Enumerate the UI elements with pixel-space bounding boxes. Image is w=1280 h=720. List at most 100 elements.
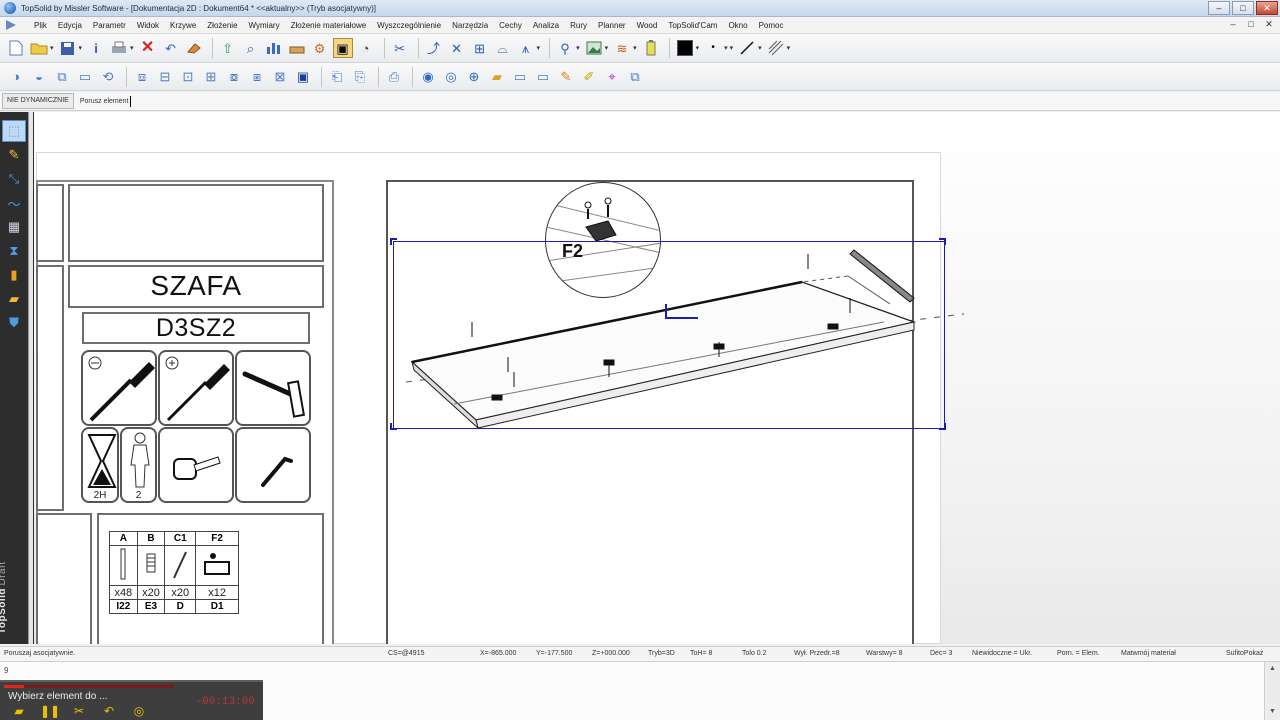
sheet-c-icon[interactable]: ⎙ — [384, 67, 404, 87]
grid-f-icon[interactable]: ⧆ — [247, 67, 267, 87]
menu-wyszczegolnienie[interactable]: Wyszczególnienie — [377, 21, 441, 30]
chart-bars-icon[interactable] — [264, 38, 284, 58]
select-tool-icon[interactable]: ⬚ — [2, 120, 26, 142]
folder-icon[interactable]: ▰ — [487, 67, 507, 87]
view-d-icon[interactable]: ▭ — [75, 67, 95, 87]
menu-cechy[interactable]: Cechy — [499, 21, 522, 30]
view-e-icon[interactable]: ⟲ — [98, 67, 118, 87]
folder-tool-icon[interactable]: ▰ — [2, 288, 26, 310]
grid-b-icon[interactable]: ⊟ — [155, 67, 175, 87]
point-style-icon[interactable]: • — [703, 38, 723, 58]
video-progress-bar[interactable] — [4, 685, 174, 688]
globe-b-icon[interactable]: ◎ — [441, 67, 461, 87]
delete-icon[interactable]: ✕ — [138, 38, 158, 58]
selection-handle-tr[interactable] — [939, 238, 946, 245]
chart-tool-icon[interactable]: ⧗ — [2, 240, 26, 262]
sheet-b-icon[interactable]: ⎘ — [350, 67, 370, 87]
close-button[interactable]: ✕ — [1256, 1, 1278, 15]
pencil-tool-icon[interactable]: ✎ — [2, 144, 26, 166]
menu-zlozenie[interactable]: Złożenie — [207, 21, 237, 30]
selection-box[interactable] — [393, 241, 945, 429]
battery-icon[interactable] — [641, 38, 661, 58]
status-dec[interactable]: Dec= 3 — [930, 650, 952, 657]
grid-e-icon[interactable]: ⧇ — [224, 67, 244, 87]
status-tolo[interactable]: Tolo 0.2 — [742, 650, 767, 657]
doc-restore-button[interactable]: □ — [1244, 18, 1258, 31]
info-icon[interactable]: i — [86, 38, 106, 58]
fit-view-icon[interactable]: ▣ — [332, 38, 353, 58]
menu-rury[interactable]: Rury — [570, 21, 587, 30]
rect-a-icon[interactable]: ▭ — [510, 67, 530, 87]
grid-d-icon[interactable]: ⊞ — [201, 67, 221, 87]
curve-tool-icon[interactable]: 〜 — [2, 192, 26, 214]
print-icon[interactable] — [109, 38, 129, 58]
menu-wood[interactable]: Wood — [637, 21, 658, 30]
globe-a-icon[interactable]: ◉ — [418, 67, 438, 87]
doc-close-button[interactable]: ✕ — [1262, 18, 1276, 31]
minimize-button[interactable]: – — [1208, 1, 1230, 15]
globe-c-icon[interactable]: ⊕ — [464, 67, 484, 87]
drawing-canvas[interactable]: SZAFA D3SZ2 2H 2 A B C1 F2 x48 x20 x20 x… — [34, 112, 1280, 644]
open-folder-icon[interactable] — [29, 38, 49, 58]
image-icon[interactable] — [584, 38, 604, 58]
pick-icon[interactable]: ⤴ — [424, 38, 444, 58]
layers-icon[interactable]: ≋ — [612, 38, 632, 58]
grid-a-icon[interactable]: ⧈ — [132, 67, 152, 87]
menu-parametr[interactable]: Parametr — [93, 21, 126, 30]
grid-g-icon[interactable]: ⊠ — [270, 67, 290, 87]
menu-narzedzia[interactable]: Narzędzia — [452, 21, 488, 30]
status-warstwy[interactable]: Warstwy= 8 — [866, 650, 903, 657]
selection-handle-br[interactable] — [939, 423, 946, 430]
menu-pomoc[interactable]: Pomoc — [759, 21, 784, 30]
menu-zlozenie-materialowe[interactable]: Złożenie materiałowe — [291, 21, 367, 30]
status-cs[interactable]: CS=@4915 — [388, 650, 425, 657]
doc-minimize-button[interactable]: – — [1226, 18, 1240, 31]
maximize-button[interactable]: □ — [1232, 1, 1254, 15]
gears-icon[interactable]: ⚙ — [310, 38, 330, 58]
table-tool-icon[interactable]: ▦ — [2, 216, 26, 238]
status-niewidoczne[interactable]: Niewidoczne = Ukr. — [972, 650, 1032, 657]
line-style-icon[interactable] — [737, 38, 757, 58]
sofa-icon[interactable] — [287, 38, 307, 58]
pause-icon[interactable]: ❚❚ — [40, 704, 60, 718]
eraser-icon[interactable] — [184, 38, 204, 58]
shield-tool-icon[interactable]: ⛊ — [2, 312, 26, 334]
view-c-icon[interactable]: ⧉ — [52, 67, 72, 87]
hatch-icon[interactable] — [766, 38, 786, 58]
cut-icon[interactable]: ✂ — [390, 38, 410, 58]
selection-handle-bl[interactable] — [390, 423, 397, 430]
pen-b-icon[interactable]: ✐ — [579, 67, 599, 87]
scroll-up-button[interactable]: ▲ — [1265, 662, 1280, 676]
new-file-icon[interactable] — [6, 38, 26, 58]
rect-b-icon[interactable]: ▭ — [533, 67, 553, 87]
menu-wymiary[interactable]: Wymiary — [249, 21, 280, 30]
command-input-caret[interactable] — [130, 95, 132, 107]
menu-widok[interactable]: Widok — [137, 21, 159, 30]
sketch-icon[interactable]: ⌓ — [493, 38, 513, 58]
frame-icon[interactable]: ▣ — [293, 67, 313, 87]
dock-splitter[interactable] — [28, 112, 33, 644]
message-scrollbar[interactable]: ▲ ▼ — [1264, 662, 1280, 720]
stamp-icon[interactable]: ⧉ — [625, 67, 645, 87]
sheet-a-icon[interactable]: ⎗ — [327, 67, 347, 87]
pen-a-icon[interactable]: ✎ — [556, 67, 576, 87]
view-a-icon[interactable]: ◑ — [6, 67, 26, 87]
scroll-down-button[interactable]: ▼ — [1265, 705, 1280, 719]
arrow-up-icon[interactable]: ⇧ — [218, 38, 238, 58]
undo-icon[interactable]: ↶ — [161, 38, 181, 58]
status-material[interactable]: Matwmój materiał — [1121, 650, 1176, 657]
mode-tab[interactable]: NIE DYNAMICZNIE — [2, 93, 74, 109]
selection-handle-tl[interactable] — [390, 238, 397, 245]
snap-icon[interactable]: ⊞ — [470, 38, 490, 58]
search-3d-icon[interactable]: ⌕ — [241, 38, 261, 58]
dimension-tool-icon[interactable]: ⤡ — [2, 168, 26, 190]
undo-icon[interactable]: ↶ — [100, 704, 118, 718]
grid-c-icon[interactable]: ⊡ — [178, 67, 198, 87]
menu-edycja[interactable]: Edycja — [58, 21, 82, 30]
menu-topsolid-cam[interactable]: TopSolid'Cam — [668, 21, 717, 30]
bolt-tool-icon[interactable]: ▮ — [2, 264, 26, 286]
status-toh[interactable]: ToH= 8 — [690, 650, 712, 657]
status-porn[interactable]: Porn. = Elem. — [1057, 650, 1100, 657]
menu-planner[interactable]: Planner — [598, 21, 626, 30]
status-wyl[interactable]: Wył. Przedr.=8 — [794, 650, 840, 657]
